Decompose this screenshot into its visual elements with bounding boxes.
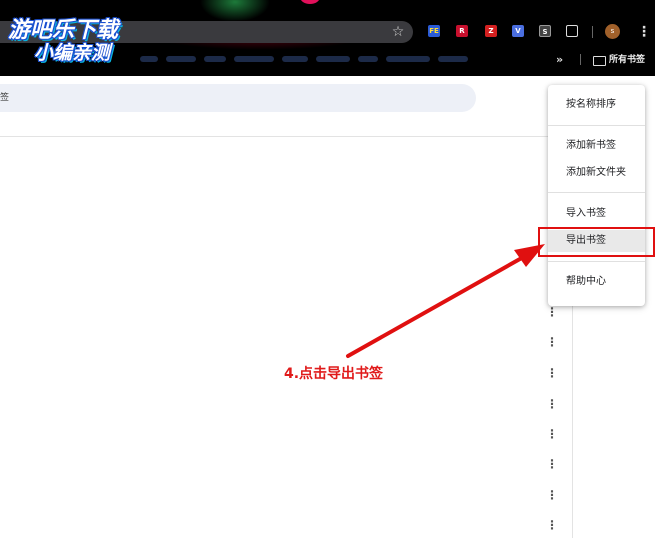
step-instruction: 4.点击导出书签: [284, 366, 384, 382]
annotation-arrow: [346, 244, 545, 358]
